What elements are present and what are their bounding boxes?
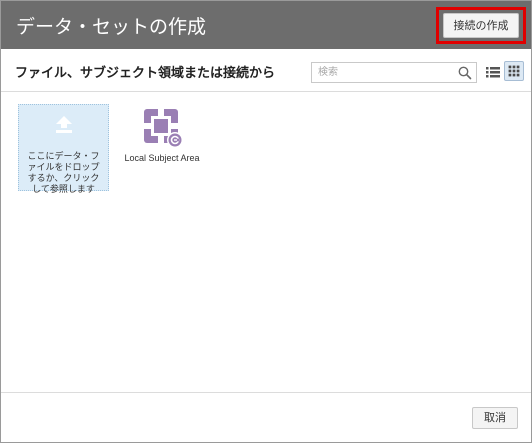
dropzone-instructions: ここにデータ・フ ァイルをドロップ するか、クリック して参照します	[21, 152, 106, 196]
create-connection-button[interactable]: 接続の作成	[443, 13, 519, 38]
dropzone-line: するか、クリック	[27, 174, 100, 184]
list-view-icon[interactable]	[485, 63, 501, 81]
dialog-titlebar: データ・セットの作成 接続の作成	[1, 1, 531, 49]
create-dataset-dialog: データ・セットの作成 接続の作成 ファイル、サブジェクト領域または接続から 検索…	[0, 0, 532, 443]
local-subject-area-tile[interactable]: Local Subject Area	[119, 106, 205, 168]
source-heading: ファイル、サブジェクト領域または接続から	[15, 66, 276, 81]
header-divider	[1, 91, 531, 92]
search-input[interactable]	[312, 63, 454, 82]
grid-view-icon	[508, 65, 520, 77]
tile-label: Local Subject Area	[124, 153, 200, 163]
subject-area-icon	[144, 109, 183, 148]
upload-icon	[56, 116, 72, 133]
file-dropzone[interactable]: ここにデータ・フ ァイルをドロップ するか、クリック して参照します	[18, 104, 109, 195]
search-icon[interactable]	[458, 66, 472, 80]
grid-view-button[interactable]	[504, 61, 524, 81]
cancel-button[interactable]: 取消	[472, 407, 518, 429]
dropzone-line: して参照します	[32, 185, 95, 195]
dropzone-line: ここにデータ・フ	[27, 152, 100, 162]
dialog-title: データ・セットの作成	[16, 16, 207, 38]
search-box[interactable]	[311, 62, 477, 83]
dropzone-line: ァイルをドロップ	[27, 163, 100, 173]
footer-divider	[1, 392, 531, 393]
